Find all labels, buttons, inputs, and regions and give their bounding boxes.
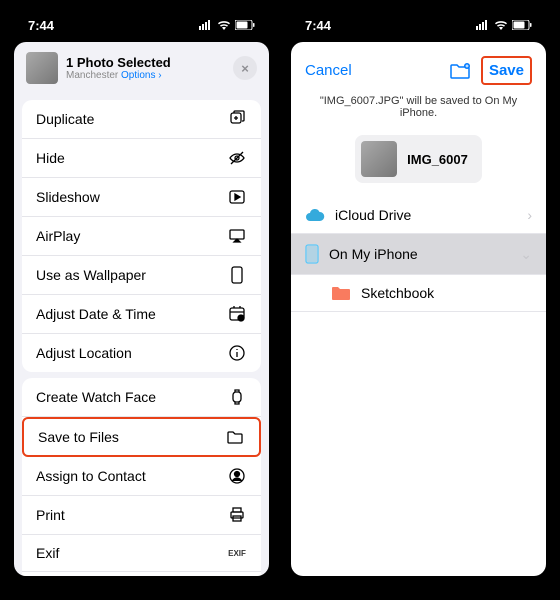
sheet-header: 1 Photo Selected Manchester Options › × bbox=[14, 42, 269, 94]
row-airplay[interactable]: AirPlay bbox=[22, 217, 261, 256]
left-phone: 7:44 1 Photo Selected Manchester Options… bbox=[8, 8, 275, 592]
watch-icon bbox=[227, 388, 247, 406]
row-datetime[interactable]: Adjust Date & Time bbox=[22, 295, 261, 334]
sheet-title: 1 Photo Selected bbox=[66, 55, 171, 70]
battery-icon bbox=[235, 20, 255, 30]
chevron-down-icon: ⌄ bbox=[520, 246, 532, 263]
app-folder-icon bbox=[331, 285, 351, 301]
play-icon bbox=[227, 188, 247, 206]
status-time: 7:44 bbox=[28, 18, 54, 33]
new-folder-icon[interactable] bbox=[449, 62, 471, 80]
row-exif[interactable]: ExifEXIF bbox=[22, 535, 261, 572]
row-location[interactable]: Adjust Location bbox=[22, 334, 261, 372]
airplay-icon bbox=[227, 227, 247, 245]
action-list-2: Create Watch Face Save to Files Assign t… bbox=[22, 378, 261, 576]
row-watch-face[interactable]: Create Watch Face bbox=[22, 378, 261, 417]
save-button[interactable]: Save bbox=[481, 56, 532, 85]
duplicate-icon bbox=[227, 110, 247, 128]
print-icon bbox=[227, 506, 247, 524]
share-sheet: 1 Photo Selected Manchester Options › × … bbox=[14, 42, 269, 576]
location-sketchbook[interactable]: Sketchbook bbox=[291, 275, 546, 312]
row-duplicate[interactable]: Duplicate bbox=[22, 100, 261, 139]
wallpaper-icon bbox=[227, 266, 247, 284]
row-print[interactable]: Print bbox=[22, 496, 261, 535]
contact-icon bbox=[227, 467, 247, 485]
row-hide[interactable]: Hide bbox=[22, 139, 261, 178]
home-indicator[interactable] bbox=[92, 584, 192, 588]
file-preview: IMG_6007 bbox=[291, 127, 546, 197]
home-indicator[interactable] bbox=[369, 584, 469, 588]
close-button[interactable]: × bbox=[233, 56, 257, 80]
files-header: Cancel Save bbox=[291, 42, 546, 95]
files-sheet: Cancel Save "IMG_6007.JPG" will be saved… bbox=[291, 42, 546, 576]
action-list-1: Duplicate Hide Slideshow AirPlay Use as … bbox=[22, 100, 261, 372]
signal-icon bbox=[476, 20, 490, 30]
row-dropbox[interactable]: Save to Dropbox bbox=[22, 572, 261, 576]
right-phone: 7:44 Cancel Save "IMG_6007.JPG" will be … bbox=[285, 8, 552, 592]
cloud-icon bbox=[305, 208, 325, 222]
status-bar: 7:44 bbox=[8, 8, 275, 42]
status-icons bbox=[199, 20, 255, 30]
location-icloud[interactable]: iCloud Drive › bbox=[291, 197, 546, 234]
hide-icon bbox=[227, 149, 247, 167]
row-assign-contact[interactable]: Assign to Contact bbox=[22, 457, 261, 496]
folder-icon bbox=[225, 429, 245, 445]
file-name: IMG_6007 bbox=[407, 152, 468, 167]
location-on-my-iphone[interactable]: On My iPhone ⌄ bbox=[291, 234, 546, 275]
battery-icon bbox=[512, 20, 532, 30]
calendar-icon bbox=[227, 305, 247, 323]
status-time: 7:44 bbox=[305, 18, 331, 33]
status-icons bbox=[476, 20, 532, 30]
chevron-right-icon: › bbox=[527, 207, 532, 223]
file-box[interactable]: IMG_6007 bbox=[355, 135, 482, 183]
row-save-to-files[interactable]: Save to Files bbox=[22, 417, 261, 457]
row-slideshow[interactable]: Slideshow bbox=[22, 178, 261, 217]
sheet-subtitle[interactable]: Manchester Options › bbox=[66, 70, 171, 81]
photo-thumbnail bbox=[26, 52, 58, 84]
exif-icon: EXIF bbox=[227, 549, 247, 558]
wifi-icon bbox=[494, 20, 508, 30]
file-thumbnail bbox=[361, 141, 397, 177]
wifi-icon bbox=[217, 20, 231, 30]
status-bar: 7:44 bbox=[285, 8, 552, 42]
signal-icon bbox=[199, 20, 213, 30]
cancel-button[interactable]: Cancel bbox=[305, 62, 352, 79]
save-message: "IMG_6007.JPG" will be saved to On My iP… bbox=[291, 95, 546, 127]
phone-icon bbox=[305, 244, 319, 264]
row-wallpaper[interactable]: Use as Wallpaper bbox=[22, 256, 261, 295]
info-icon bbox=[227, 344, 247, 362]
